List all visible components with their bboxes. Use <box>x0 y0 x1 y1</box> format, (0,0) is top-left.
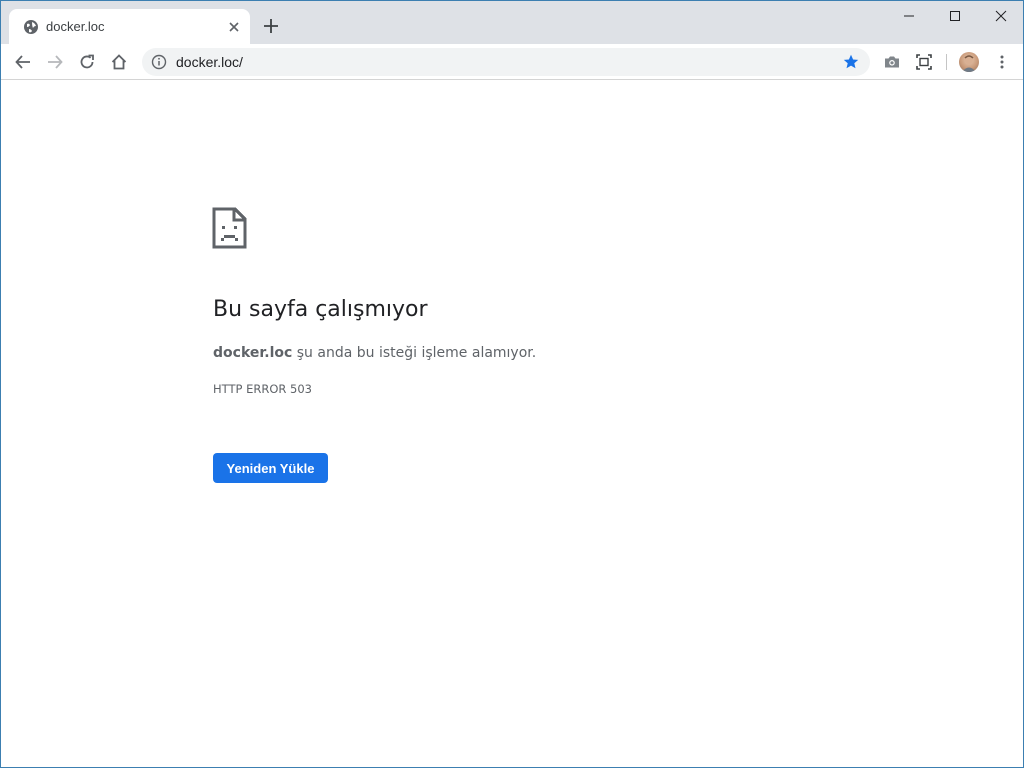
camera-icon[interactable] <box>880 50 904 74</box>
tab-docker-loc[interactable]: docker.loc <box>9 9 250 44</box>
error-heading: Bu sayfa çalışmıyor <box>213 297 428 322</box>
maximize-icon[interactable] <box>932 1 978 31</box>
error-description: docker.loc şu anda bu isteği işleme alam… <box>213 345 536 361</box>
error-host: docker.loc <box>213 345 293 361</box>
reload-button[interactable]: Yeniden Yükle <box>213 453 328 483</box>
forward-arrow-icon[interactable] <box>43 50 67 74</box>
error-code: HTTP ERROR 503 <box>213 382 312 396</box>
back-arrow-icon[interactable] <box>11 50 35 74</box>
tab-strip: docker.loc <box>1 1 1023 44</box>
toolbar: docker.loc/ <box>1 44 1023 80</box>
more-menu-icon[interactable] <box>990 50 1014 74</box>
profile-avatar[interactable] <box>959 52 979 72</box>
url-text[interactable]: docker.loc/ <box>176 54 243 70</box>
reload-icon[interactable] <box>75 50 99 74</box>
minimize-icon[interactable] <box>886 1 932 31</box>
toolbar-separator <box>946 54 947 70</box>
browser-window: docker.loc docker.loc/ Bu sayfa çalışmıy… <box>0 0 1024 768</box>
screen-capture-icon[interactable] <box>912 50 936 74</box>
info-icon[interactable] <box>151 54 167 70</box>
address-bar[interactable]: docker.loc/ <box>142 48 870 76</box>
new-tab-plus-icon[interactable] <box>262 17 280 35</box>
tab-close-icon[interactable] <box>226 19 242 35</box>
bookmark-star-icon[interactable] <box>842 53 860 71</box>
tab-title: docker.loc <box>46 19 105 34</box>
home-icon[interactable] <box>107 50 131 74</box>
close-icon[interactable] <box>978 1 1023 31</box>
sad-document-icon <box>212 207 247 249</box>
error-message: şu anda bu isteği işleme alamıyor. <box>292 345 537 361</box>
globe-icon <box>23 19 39 35</box>
error-page: Bu sayfa çalışmıyor docker.loc şu anda b… <box>1 81 1023 767</box>
